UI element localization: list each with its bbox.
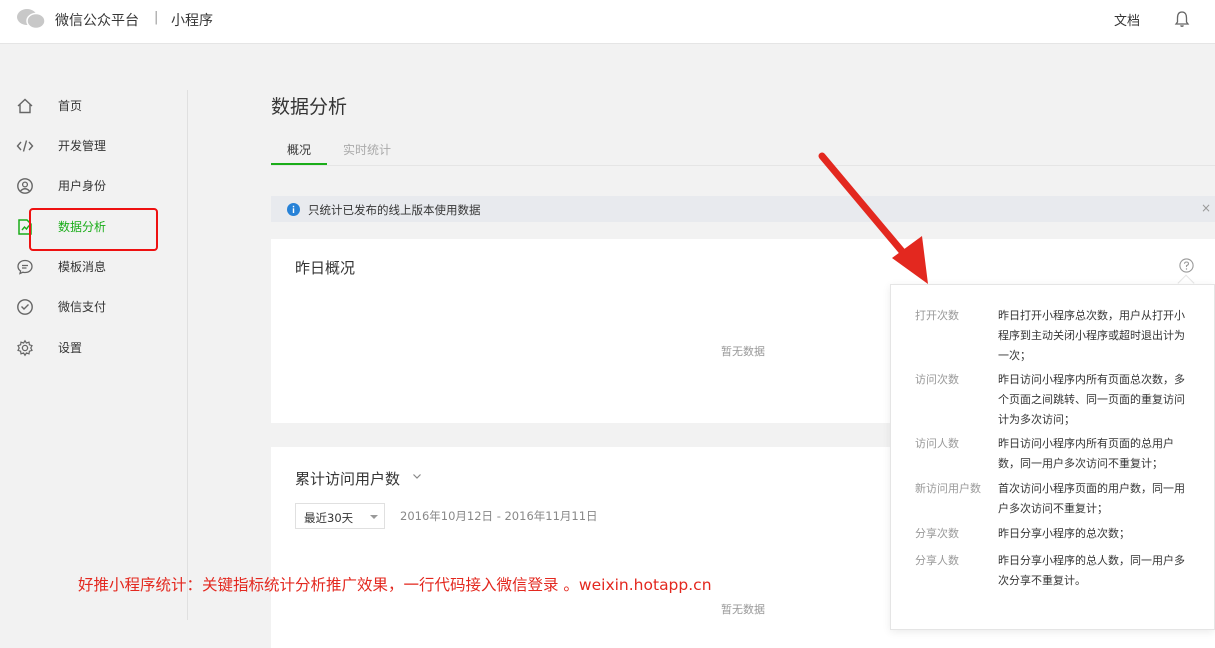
definition-term: 访问次数 — [915, 373, 959, 386]
sidebar-item-home[interactable]: 首页 — [0, 89, 180, 121]
tab-realtime[interactable]: 实时统计 — [343, 141, 391, 158]
definition-desc: 首次访问小程序页面的用户数，同一用户多次访问不重复计； — [998, 482, 1185, 515]
docs-link[interactable]: 文档 — [1114, 10, 1140, 29]
user-circle-icon — [17, 178, 33, 194]
sidebar-item-label: 用户身份 — [58, 179, 107, 193]
close-icon[interactable]: × — [1201, 201, 1211, 215]
caret-down-icon — [370, 515, 378, 519]
definition-term: 打开次数 — [915, 309, 959, 322]
tab-bar: 概况 实时统计 — [271, 136, 1215, 166]
sidebar-item-label: 首页 — [58, 99, 83, 113]
top-bar: 微信公众平台 | 小程序 文档 — [0, 0, 1215, 44]
definition-desc: 昨日访问小程序内所有页面总次数，多个页面之间跳转、同一页面的重复访问计为多次访问… — [998, 373, 1185, 426]
notice-text: 只统计已发布的线上版本使用数据 — [308, 203, 481, 217]
sidebar-item-user-identity[interactable]: 用户身份 — [0, 169, 180, 201]
definition-desc: 昨日访问小程序内所有页面的总用户数，同一用户多次访问不重复计； — [998, 437, 1174, 470]
promo-text: 好推小程序统计：关键指标统计分析推广效果，一行代码接入微信登录 。weixin.… — [78, 576, 712, 594]
sidebar-item-wechat-pay[interactable]: 微信支付 — [0, 290, 180, 322]
tab-overview[interactable]: 概况 — [287, 141, 311, 158]
empty-state-text: 暂无数据 — [721, 603, 765, 616]
sidebar-item-label: 设置 — [58, 341, 83, 355]
product-name: 小程序 — [171, 13, 213, 29]
notice-bar: 只统计已发布的线上版本使用数据 × — [271, 196, 1215, 222]
code-icon — [16, 140, 34, 152]
active-tab-indicator — [271, 163, 327, 165]
sidebar-item-dev-management[interactable]: 开发管理 — [0, 129, 180, 161]
sidebar-item-label: 模板消息 — [58, 260, 107, 274]
sidebar-divider — [187, 90, 188, 620]
empty-state-text: 暂无数据 — [721, 345, 765, 358]
sidebar-item-label: 开发管理 — [58, 139, 107, 153]
wechat-pay-icon — [17, 299, 33, 315]
question-icon[interactable] — [1179, 258, 1194, 273]
definition-term: 分享次数 — [915, 527, 959, 540]
message-icon — [17, 259, 33, 275]
definition-desc: 昨日打开小程序总次数，用户从打开小程序到主动关闭小程序或超时退出计为一次； — [998, 309, 1185, 362]
definition-desc: 昨日分享小程序的总人数，同一用户多次分享不重复计。 — [998, 554, 1185, 587]
definition-term: 访问人数 — [915, 437, 959, 450]
sidebar-item-template-messages[interactable]: 模板消息 — [0, 250, 180, 282]
brand-name[interactable]: 微信公众平台 — [55, 10, 139, 30]
info-icon — [287, 203, 300, 216]
home-icon — [17, 98, 33, 114]
definition-term: 新访问用户数 — [915, 482, 981, 495]
bell-icon[interactable] — [1174, 10, 1190, 28]
page-title: 数据分析 — [271, 96, 348, 118]
period-select-value: 最近30天 — [304, 511, 354, 525]
gear-icon — [17, 339, 33, 357]
metrics-help-popover: 打开次数 昨日打开小程序总次数，用户从打开小程序到主动关闭小程序或超时退出计为一… — [890, 284, 1215, 630]
sidebar-item-label: 微信支付 — [58, 300, 107, 314]
annotation-arrow — [818, 152, 928, 284]
brand-separator: | — [154, 10, 159, 25]
card-title: 昨日概况 — [295, 259, 356, 277]
definition-desc: 昨日分享小程序的总次数； — [998, 527, 1130, 540]
annotation-highlight-box — [29, 208, 158, 251]
date-range-text: 2016年10月12日 - 2016年11月11日 — [400, 509, 598, 523]
definition-term: 分享人数 — [915, 554, 959, 567]
period-select[interactable]: 最近30天 — [295, 503, 385, 529]
chevron-down-icon[interactable] — [412, 471, 422, 481]
wechat-logo-icon — [17, 9, 46, 30]
sidebar-item-settings[interactable]: 设置 — [0, 331, 180, 363]
card-title[interactable]: 累计访问用户数 — [295, 468, 400, 489]
